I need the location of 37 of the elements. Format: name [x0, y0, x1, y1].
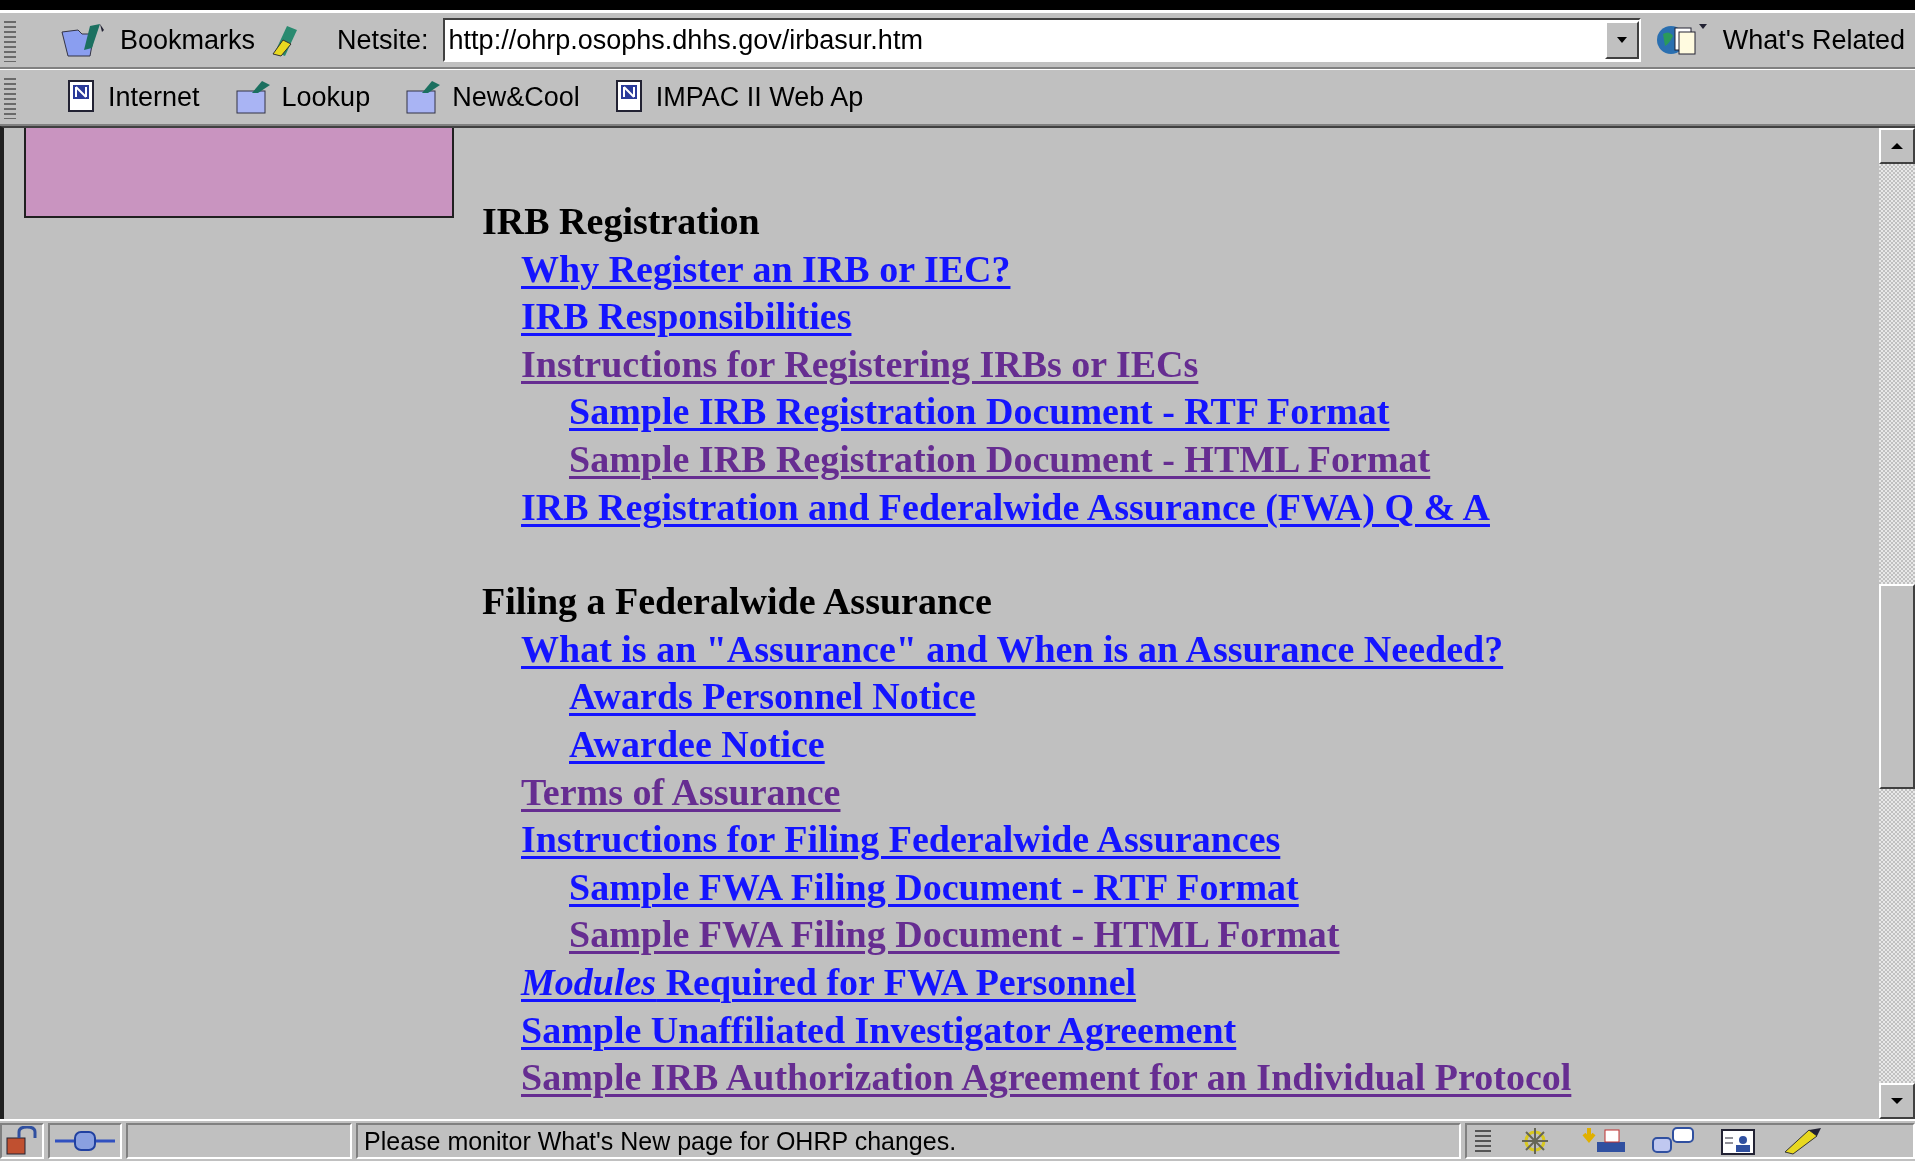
page-link[interactable]: Awards Personnel Notice: [569, 675, 976, 718]
page-link[interactable]: Sample IRB Registration Document - HTML Format: [569, 437, 1431, 480]
bookmark-button[interactable]: Lookup: [281, 81, 371, 113]
page-link[interactable]: Sample IRB Authorization Agreement for an Individual Protocol: [521, 1056, 1572, 1099]
page-link[interactable]: Instructions for Filing Federalwide Assurances: [521, 818, 1281, 861]
dropdown-button[interactable]: [1604, 21, 1639, 59]
page-link[interactable]: Sample FWA Filing Document - HTML Format: [569, 913, 1340, 956]
scroll-up-icon[interactable]: [1890, 142, 1904, 150]
lines-icon: [1473, 1127, 1493, 1155]
page-link[interactable]: What is an "Assurance" and When is an Assurance Needed?: [521, 627, 1504, 670]
page-link[interactable]: Modules Required for FWA Personnel: [521, 960, 1137, 1003]
caret-icon[interactable]: [1615, 36, 1628, 44]
status-message: Please monitor What's New page for OHRP changes.: [364, 1126, 957, 1156]
url-field[interactable]: http://ohrp.osophs.dhhs.gov/irbasur.htm: [442, 18, 1641, 62]
scroll-down-icon[interactable]: [1890, 1097, 1904, 1105]
plug-icon: [53, 1129, 117, 1153]
section-heading: Filing a Federalwide Assurance: [482, 579, 993, 625]
page-link[interactable]: Instructions for Registering IRBs or IECs: [521, 342, 1199, 385]
page-link[interactable]: Awardee Notice: [569, 722, 825, 765]
page-link[interactable]: Terms of Assurance: [521, 770, 841, 813]
page-link[interactable]: Sample FWA Filing Document - RTF Format: [569, 865, 1299, 908]
folder-icon[interactable]: [233, 79, 272, 115]
page-link[interactable]: IRB Responsibilities: [521, 295, 852, 338]
scroll-thumb[interactable]: [1879, 584, 1915, 789]
padlock-icon[interactable]: [5, 1126, 39, 1156]
page-link[interactable]: Sample Unaffiliated Investigator Agreement: [521, 1008, 1237, 1051]
chat-bubbles-icon[interactable]: [1651, 1126, 1697, 1156]
page-link[interactable]: Why Register an IRB or IEC?: [521, 247, 1011, 290]
bookmark-button[interactable]: New&Cool: [452, 81, 580, 113]
whats-related-button[interactable]: What's Related: [1722, 24, 1905, 56]
location-label: Netsite:: [337, 24, 429, 56]
bookmark-button[interactable]: Internet: [108, 81, 200, 113]
page-link[interactable]: IRB Registration and Federalwide Assurance (FWA) Q & A: [521, 485, 1490, 528]
bookmarks-button[interactable]: Bookmarks: [120, 24, 256, 56]
section-heading: IRB Registration: [482, 199, 761, 244]
bookmark-button[interactable]: IMPAC II Web Ap: [655, 81, 864, 113]
page-link[interactable]: Sample IRB Registration Document - RTF Format: [569, 390, 1390, 433]
